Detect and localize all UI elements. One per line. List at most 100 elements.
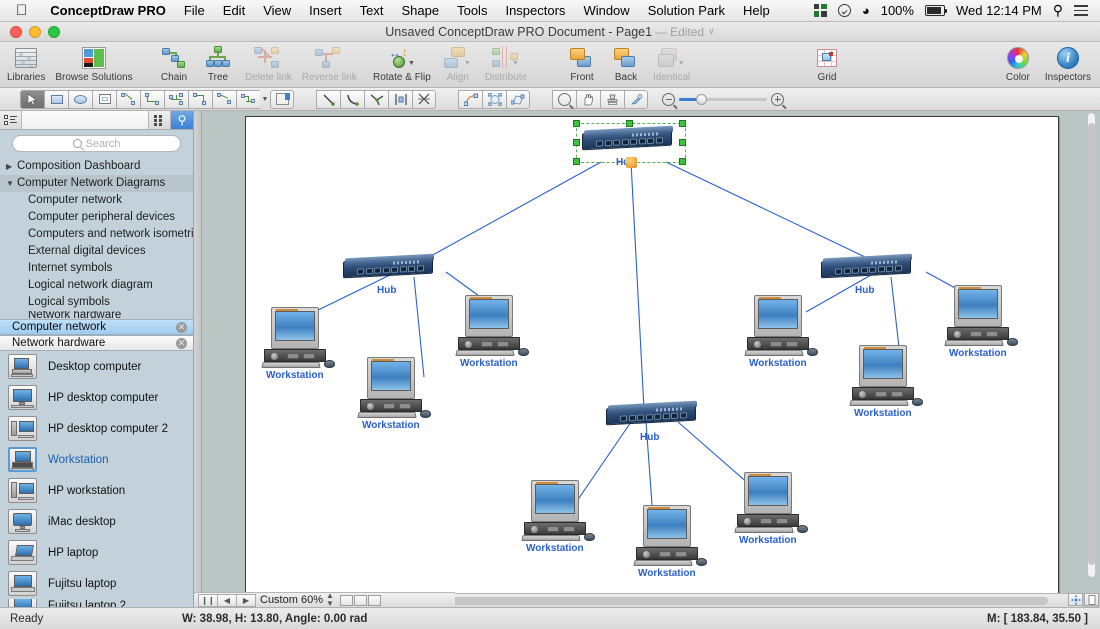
chevron-right-icon[interactable]: ▶ — [6, 158, 17, 175]
stamp-tool[interactable] — [600, 89, 624, 109]
align-button[interactable]: ▼ Align — [436, 45, 480, 83]
inspectors-button[interactable]: i Inspectors — [1040, 45, 1096, 83]
panel-header-network-hardware[interactable]: Network hardware ✕ — [0, 335, 193, 351]
tree-item-computer-network-diagrams[interactable]: ▼ Computer Network Diagrams — [0, 175, 193, 192]
menu-item-help[interactable]: Help — [734, 0, 779, 22]
workstation-node-9[interactable]: Workstation — [734, 472, 808, 546]
rotation-handle[interactable] — [626, 157, 637, 168]
battery-charging-icon[interactable] — [924, 5, 947, 16]
sidebar-path-field[interactable] — [22, 111, 149, 129]
resize-handle-e[interactable] — [679, 139, 686, 146]
menu-item-window[interactable]: Window — [574, 0, 638, 22]
reverse-link-button[interactable]: Reverse link — [297, 45, 362, 83]
chain-button[interactable]: Chain — [152, 45, 196, 83]
search-input[interactable]: Search — [12, 135, 181, 152]
menu-item-text[interactable]: Text — [351, 0, 393, 22]
workstation-node-8[interactable]: Workstation — [633, 505, 707, 579]
stepper-icon[interactable]: ▲ ▼ — [326, 592, 334, 608]
tree-connector-tool[interactable] — [164, 89, 188, 109]
workstation-node-7[interactable]: Workstation — [521, 480, 595, 554]
close-window-button[interactable] — [10, 26, 22, 38]
smart-connector-tool[interactable] — [236, 89, 260, 109]
menu-item-edit[interactable]: Edit — [214, 0, 254, 22]
pan-widget-icon[interactable] — [1068, 593, 1083, 606]
libraries-button[interactable]: Libraries — [2, 45, 50, 83]
tree-item-network-hardware[interactable]: Network hardware — [0, 311, 193, 319]
resize-handle-se[interactable] — [679, 158, 686, 165]
menu-item-shape[interactable]: Shape — [393, 0, 449, 22]
reshape-tool[interactable] — [458, 89, 482, 109]
list-view-icon[interactable] — [0, 111, 22, 129]
menu-app-name[interactable]: ConceptDraw PRO — [41, 0, 175, 22]
canvas-area[interactable]: Hub Hub Hub Workstation Workstation Work… — [194, 111, 1100, 607]
list-item-desktop-computer[interactable]: Desktop computer — [0, 351, 193, 382]
chevron-down-icon[interactable]: ∨ — [708, 26, 715, 37]
chevron-down-icon[interactable]: ▼ — [6, 175, 17, 192]
zoom-level-control[interactable]: Custom 60% ▲ ▼ — [260, 592, 334, 608]
select-arrow-tool[interactable] — [20, 89, 44, 109]
scissors-tool[interactable] — [412, 89, 436, 109]
hub-shape[interactable] — [606, 400, 700, 428]
browse-solutions-button[interactable]: Browse Solutions — [50, 45, 137, 83]
tree-item-logical-network-diagram[interactable]: Logical network diagram — [0, 277, 193, 294]
wifi-icon[interactable]: ◕ — [862, 3, 870, 18]
minimize-window-button[interactable] — [29, 26, 41, 38]
ellipse-tool[interactable] — [68, 89, 92, 109]
zoom-window-button[interactable] — [48, 26, 60, 38]
list-item-hp-desktop-computer[interactable]: HP desktop computer — [0, 382, 193, 413]
hand-tool[interactable] — [576, 89, 600, 109]
zoom-slider-knob[interactable] — [696, 93, 707, 105]
next-page-icon[interactable]: ▶ — [236, 593, 256, 607]
delete-link-button[interactable]: Delete link — [240, 45, 297, 83]
tree-button[interactable]: Tree — [196, 45, 240, 83]
fit-to-shape-tool[interactable] — [482, 89, 506, 109]
list-item-imac-desktop[interactable]: iMac desktop — [0, 506, 193, 537]
hub-shape[interactable] — [582, 125, 676, 153]
menu-item-file[interactable]: File — [175, 0, 214, 22]
close-panel-icon[interactable]: ✕ — [176, 321, 187, 333]
resize-handle-sw[interactable] — [573, 158, 580, 165]
zoom-out-icon[interactable] — [662, 92, 675, 106]
distribute-button[interactable]: ▼ Distribute — [480, 45, 532, 83]
resize-handle-w[interactable] — [573, 139, 580, 146]
zoom-tool[interactable] — [552, 89, 576, 109]
zoom-in-icon[interactable] — [771, 92, 784, 106]
color-button[interactable]: Color — [996, 45, 1040, 83]
page-tab-1[interactable] — [339, 594, 353, 606]
rectangle-tool[interactable] — [44, 89, 68, 109]
workstation-node-1[interactable]: Workstation — [261, 307, 335, 381]
transform-tool[interactable] — [506, 89, 530, 109]
list-item-fujitsu-laptop-2[interactable]: Fujitsu laptop 2 — [0, 599, 193, 607]
grid-button[interactable]: Grid — [805, 45, 849, 83]
grid-squares-icon[interactable] — [813, 4, 827, 17]
bezier-connector-tool[interactable] — [212, 89, 236, 109]
workstation-node-6[interactable]: Workstation — [849, 345, 923, 419]
pause-icon[interactable]: ❙❙ — [198, 593, 218, 607]
page-tab-2[interactable] — [353, 594, 367, 606]
send-back-button[interactable]: Back — [604, 45, 648, 83]
rotate-flip-button[interactable]: ↔ ↕ ▼ Rotate & Flip — [368, 45, 436, 83]
tree-item-composition-dashboard[interactable]: ▶ Composition Dashboard — [0, 158, 193, 175]
sidebar-search-button[interactable]: ⚲ — [171, 111, 193, 129]
list-item-workstation[interactable]: Workstation — [0, 444, 193, 475]
menu-item-view[interactable]: View — [254, 0, 300, 22]
workstation-node-5[interactable]: Workstation — [944, 285, 1018, 359]
spotlight-search-icon[interactable]: ⚲ — [1053, 2, 1063, 19]
previous-page-icon[interactable]: ◀ — [217, 593, 237, 607]
resize-handle-ne[interactable] — [679, 120, 686, 127]
workstation-node-4[interactable]: Workstation — [744, 295, 818, 369]
menu-item-inspectors[interactable]: Inspectors — [496, 0, 574, 22]
tree-item-computer-peripheral-devices[interactable]: Computer peripheral devices — [0, 209, 193, 226]
list-item-hp-desktop-computer-2[interactable]: HP desktop computer 2 — [0, 413, 193, 444]
list-item-hp-laptop[interactable]: HP laptop — [0, 537, 193, 568]
curved-connector-tool[interactable] — [140, 89, 164, 109]
zoom-slider[interactable] — [679, 93, 767, 105]
menu-item-insert[interactable]: Insert — [300, 0, 351, 22]
close-panel-icon[interactable]: ✕ — [176, 337, 187, 349]
menu-item-solution-park[interactable]: Solution Park — [639, 0, 734, 22]
list-item-fujitsu-laptop[interactable]: Fujitsu laptop — [0, 568, 193, 599]
resize-handle-n[interactable] — [626, 120, 633, 127]
vertical-scrollbar[interactable] — [1085, 113, 1098, 577]
right-angle-connector-tool[interactable] — [188, 89, 212, 109]
resize-grip-icon[interactable] — [1084, 593, 1099, 606]
